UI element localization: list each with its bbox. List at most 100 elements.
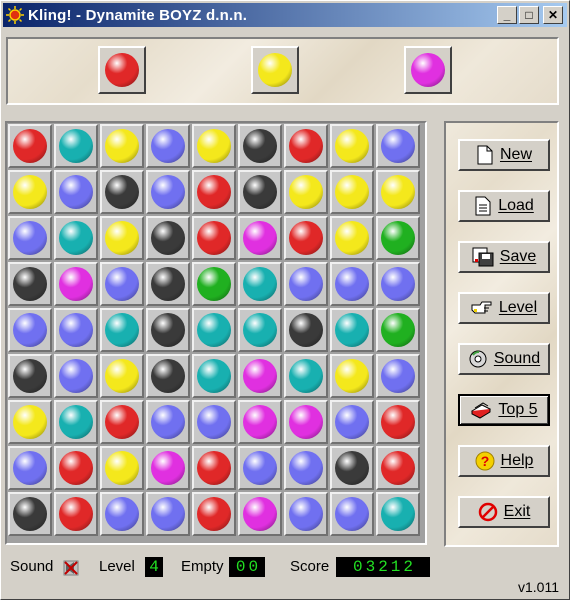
board-cell[interactable] xyxy=(284,492,328,536)
board-cell[interactable] xyxy=(146,262,190,306)
ball-red[interactable] xyxy=(289,221,323,255)
ball-blue[interactable] xyxy=(105,267,139,301)
board-cell[interactable] xyxy=(376,124,420,168)
ball-blue[interactable] xyxy=(151,129,185,163)
ball-black[interactable] xyxy=(13,267,47,301)
ball-red[interactable] xyxy=(197,221,231,255)
load-button[interactable]: Load xyxy=(458,190,550,222)
board-cell[interactable] xyxy=(146,170,190,214)
board-cell[interactable] xyxy=(8,262,52,306)
ball-yellow[interactable] xyxy=(335,129,369,163)
ball-yellow[interactable] xyxy=(105,129,139,163)
board-cell[interactable] xyxy=(192,400,236,444)
ball-green[interactable] xyxy=(197,267,231,301)
ball-black[interactable] xyxy=(151,359,185,393)
ball-blue[interactable] xyxy=(289,451,323,485)
board-cell[interactable] xyxy=(100,354,144,398)
title-bar[interactable]: Kling! - Dynamite BOYZ d.n.n. _ □ ✕ xyxy=(3,3,567,27)
ball-blue[interactable] xyxy=(13,451,47,485)
board-cell[interactable] xyxy=(376,216,420,260)
ball-yellow[interactable] xyxy=(105,359,139,393)
ball-blue[interactable] xyxy=(335,267,369,301)
ball-black[interactable] xyxy=(13,497,47,531)
board-cell[interactable] xyxy=(54,124,98,168)
board-cell[interactable] xyxy=(54,400,98,444)
board-cell[interactable] xyxy=(192,308,236,352)
exit-button[interactable]: Exit xyxy=(458,496,550,528)
ball-teal[interactable] xyxy=(335,313,369,347)
ball-blue[interactable] xyxy=(13,313,47,347)
ball-teal[interactable] xyxy=(59,405,93,439)
board-cell[interactable] xyxy=(330,492,374,536)
ball-blue[interactable] xyxy=(59,313,93,347)
board-cell[interactable] xyxy=(284,170,328,214)
board-cell[interactable] xyxy=(8,170,52,214)
ball-yellow[interactable] xyxy=(197,129,231,163)
ball-teal[interactable] xyxy=(243,313,277,347)
level-button[interactable]: Level xyxy=(458,292,550,324)
board-cell[interactable] xyxy=(146,216,190,260)
top5-button[interactable]: Top 5 xyxy=(458,394,550,426)
sound-button[interactable]: Sound xyxy=(458,343,550,375)
board-cell[interactable] xyxy=(238,308,282,352)
board-cell[interactable] xyxy=(100,124,144,168)
ball-black[interactable] xyxy=(243,175,277,209)
board-cell[interactable] xyxy=(238,492,282,536)
ball-black[interactable] xyxy=(151,221,185,255)
ball-magenta[interactable] xyxy=(243,359,277,393)
ball-magenta[interactable] xyxy=(243,221,277,255)
board-cell[interactable] xyxy=(238,216,282,260)
board-cell[interactable] xyxy=(238,124,282,168)
board-cell[interactable] xyxy=(8,216,52,260)
board-cell[interactable] xyxy=(284,446,328,490)
board-cell[interactable] xyxy=(330,124,374,168)
ball-blue[interactable] xyxy=(197,405,231,439)
ball-blue[interactable] xyxy=(335,405,369,439)
ball-yellow[interactable] xyxy=(105,451,139,485)
board-cell[interactable] xyxy=(146,308,190,352)
ball-black[interactable] xyxy=(151,267,185,301)
board-cell[interactable] xyxy=(54,216,98,260)
ball-blue[interactable] xyxy=(151,175,185,209)
ball-green[interactable] xyxy=(381,221,415,255)
board-cell[interactable] xyxy=(54,170,98,214)
board-cell[interactable] xyxy=(238,170,282,214)
ball-red[interactable] xyxy=(289,129,323,163)
board-cell[interactable] xyxy=(192,492,236,536)
board-cell[interactable] xyxy=(54,492,98,536)
ball-teal[interactable] xyxy=(243,267,277,301)
board-cell[interactable] xyxy=(284,400,328,444)
ball-black[interactable] xyxy=(151,313,185,347)
maximize-button[interactable]: □ xyxy=(519,6,539,24)
board-cell[interactable] xyxy=(376,400,420,444)
ball-magenta[interactable] xyxy=(243,405,277,439)
ball-blue[interactable] xyxy=(243,451,277,485)
board-cell[interactable] xyxy=(330,354,374,398)
ball-magenta[interactable] xyxy=(243,497,277,531)
ball-teal[interactable] xyxy=(197,359,231,393)
board-cell[interactable] xyxy=(8,124,52,168)
sound-off-icon[interactable] xyxy=(63,560,79,576)
board-cell[interactable] xyxy=(376,354,420,398)
close-button[interactable]: ✕ xyxy=(543,6,563,24)
ball-teal[interactable] xyxy=(59,221,93,255)
ball-teal[interactable] xyxy=(289,359,323,393)
ball-blue[interactable] xyxy=(151,497,185,531)
board-cell[interactable] xyxy=(100,446,144,490)
board-cell[interactable] xyxy=(238,400,282,444)
board-cell[interactable] xyxy=(238,446,282,490)
ball-teal[interactable] xyxy=(197,313,231,347)
board-cell[interactable] xyxy=(330,400,374,444)
ball-yellow[interactable] xyxy=(335,359,369,393)
board-cell[interactable] xyxy=(330,446,374,490)
board-cell[interactable] xyxy=(100,308,144,352)
board-cell[interactable] xyxy=(238,262,282,306)
ball-red[interactable] xyxy=(59,497,93,531)
board-cell[interactable] xyxy=(284,262,328,306)
board-cell[interactable] xyxy=(8,492,52,536)
minimize-button[interactable]: _ xyxy=(497,6,517,24)
ball-yellow[interactable] xyxy=(289,175,323,209)
board-cell[interactable] xyxy=(8,354,52,398)
ball-teal[interactable] xyxy=(59,129,93,163)
ball-blue[interactable] xyxy=(381,267,415,301)
